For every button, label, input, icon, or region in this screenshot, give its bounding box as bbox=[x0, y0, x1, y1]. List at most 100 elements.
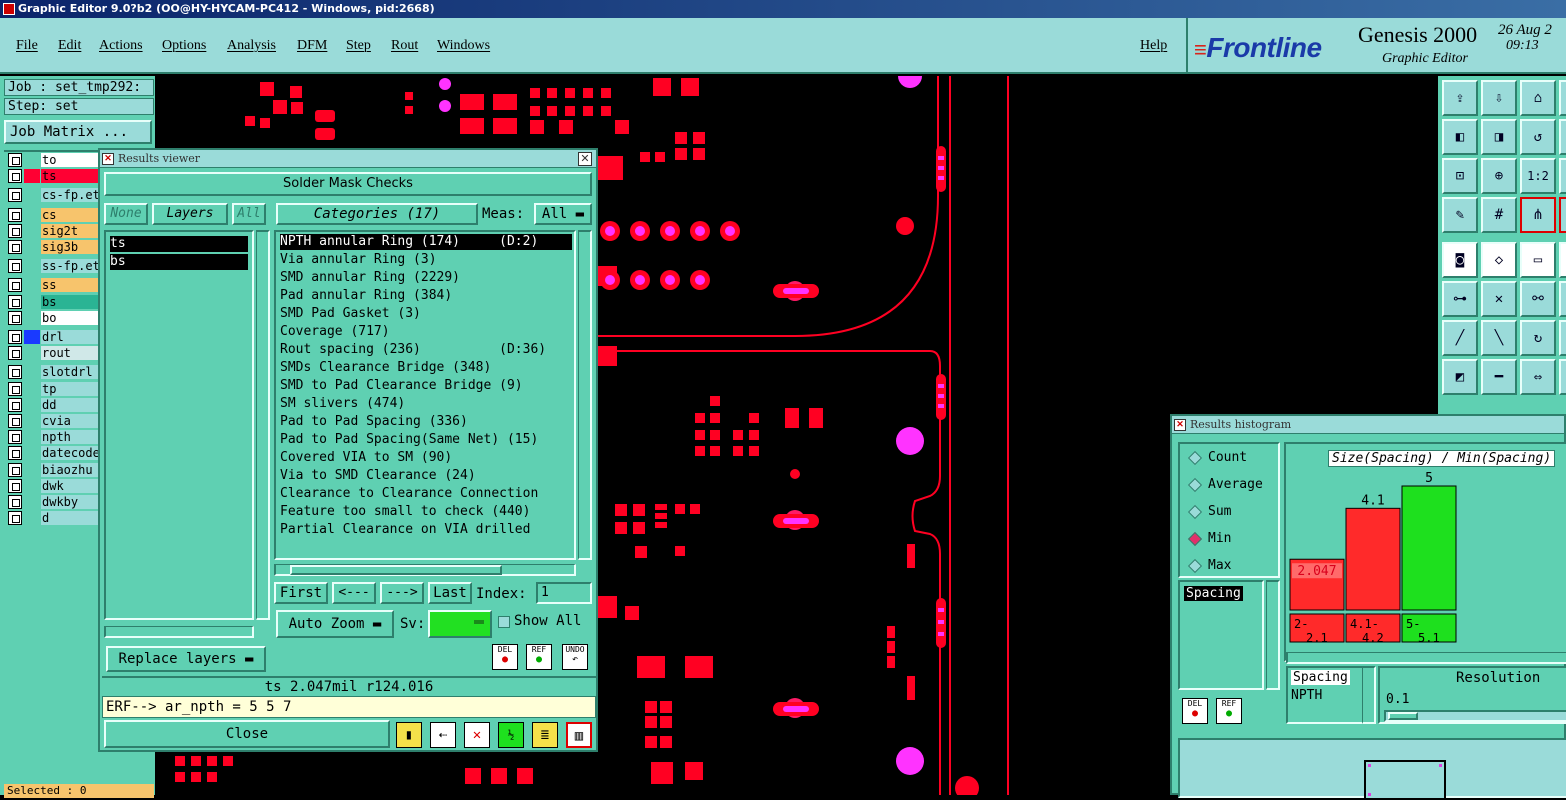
zoom-1to2-icon[interactable]: 1:2 bbox=[1520, 158, 1556, 194]
align-icon[interactable]: ⇔ bbox=[1520, 359, 1556, 395]
layer-color-swatch[interactable] bbox=[24, 310, 40, 325]
layer-color-swatch[interactable] bbox=[24, 259, 40, 274]
layer-checkbox[interactable] bbox=[8, 153, 22, 167]
layer-color-swatch[interactable] bbox=[24, 365, 40, 380]
layer-checkbox[interactable] bbox=[8, 188, 22, 203]
del-icon[interactable]: DEL ● bbox=[1182, 698, 1208, 724]
index-input[interactable]: 1 bbox=[536, 582, 592, 604]
radio-diamond-icon[interactable] bbox=[1187, 531, 1203, 546]
radio-diamond-icon[interactable] bbox=[1187, 558, 1203, 573]
resolution-slider[interactable] bbox=[1384, 710, 1566, 722]
line2-icon[interactable]: ╲ bbox=[1481, 320, 1517, 356]
layer-name[interactable]: to bbox=[41, 153, 101, 167]
layer-name[interactable]: sig2t bbox=[41, 223, 101, 238]
radio-diamond-icon[interactable] bbox=[1187, 450, 1203, 465]
menu-windows[interactable]: Windows bbox=[437, 38, 490, 54]
list-item[interactable]: SMD annular Ring (2229) bbox=[280, 270, 572, 286]
layer-checkbox[interactable] bbox=[8, 207, 22, 222]
layer-row-drl[interactable]: drl bbox=[8, 330, 101, 345]
layer-row-bo[interactable]: bo bbox=[8, 310, 101, 326]
undo-icon[interactable]: UNDO ↶ bbox=[562, 644, 588, 670]
layer-checkbox[interactable] bbox=[8, 511, 22, 526]
none-button[interactable]: None bbox=[104, 203, 148, 225]
list-item[interactable]: Pad annular Ring (384) bbox=[280, 288, 572, 304]
layer-row-ss-fp.et[interactable]: ss-fp.et bbox=[8, 259, 101, 274]
layer-checkbox[interactable] bbox=[8, 259, 22, 274]
next-button[interactable]: ---> bbox=[380, 582, 424, 604]
layer-color-swatch[interactable] bbox=[24, 462, 40, 477]
layer-color-swatch[interactable] bbox=[24, 294, 40, 309]
layer-name[interactable]: biaozhu bbox=[41, 462, 101, 477]
layer-name[interactable]: tp bbox=[41, 381, 101, 396]
list-item[interactable]: SMD Pad Gasket (3) bbox=[280, 306, 572, 322]
layer-row-dd[interactable]: dd bbox=[8, 397, 101, 413]
ref-icon[interactable]: REF ● bbox=[526, 644, 552, 670]
menu-dfm[interactable]: DFM bbox=[297, 38, 327, 54]
extra-tool4-icon[interactable]: ▧ bbox=[1559, 320, 1566, 356]
list-item[interactable]: Pad to Pad Spacing(Same Net) (15) bbox=[280, 432, 572, 448]
cross-icon[interactable]: ✕ bbox=[1481, 281, 1517, 317]
layer-checkbox[interactable] bbox=[8, 346, 22, 361]
zoom-back-icon[interactable]: ↺ bbox=[1520, 119, 1556, 155]
tool-import-icon[interactable]: ⇠ bbox=[430, 722, 456, 748]
mode-radio-sum[interactable]: Sum bbox=[1187, 502, 1231, 522]
meas-dropdown[interactable]: All ▬ bbox=[534, 203, 592, 225]
layer-row-biaozhu[interactable]: biaozhu bbox=[8, 462, 101, 478]
extra-tool-icon[interactable]: ▢ bbox=[1559, 197, 1566, 233]
layer-checkbox[interactable] bbox=[8, 381, 22, 396]
layer-checkbox[interactable] bbox=[8, 414, 22, 428]
layer-row-sig3b[interactable]: sig3b bbox=[8, 240, 101, 255]
layer-name[interactable]: cs-fp.et bbox=[41, 188, 101, 203]
last-button[interactable]: Last bbox=[428, 582, 472, 604]
home-down-icon[interactable]: ⇩ bbox=[1481, 80, 1517, 116]
job-matrix-button[interactable]: Job Matrix ... bbox=[4, 120, 152, 144]
slider-thumb[interactable] bbox=[1388, 712, 1418, 720]
menu-analysis[interactable]: Analysis bbox=[227, 38, 276, 54]
layer-name[interactable]: datecode bbox=[41, 446, 101, 461]
layer-color-swatch[interactable] bbox=[24, 330, 40, 344]
layer-row-to[interactable]: to bbox=[8, 153, 101, 168]
layer-checkbox[interactable] bbox=[8, 397, 22, 412]
del-icon[interactable]: DEL ● bbox=[492, 644, 518, 670]
layer-name[interactable]: npth bbox=[41, 430, 101, 445]
layer-checkbox[interactable] bbox=[8, 169, 22, 184]
ruler-icon[interactable]: ▭ bbox=[1520, 242, 1556, 278]
layer-color-swatch[interactable] bbox=[24, 346, 40, 361]
layer-name[interactable]: rout bbox=[41, 346, 101, 361]
list-item[interactable]: Rout spacing (236) (D:36) bbox=[280, 342, 572, 358]
menu-step[interactable]: Step bbox=[346, 38, 371, 54]
layer-checkbox[interactable] bbox=[8, 330, 22, 344]
tool-histogram-icon[interactable]: ▥ bbox=[566, 722, 592, 748]
layer-color-swatch[interactable] bbox=[24, 278, 40, 293]
list-item[interactable]: Covered VIA to SM (90) bbox=[280, 450, 572, 466]
home-up-icon[interactable]: ⇪ bbox=[1442, 80, 1478, 116]
menu-help[interactable]: Help bbox=[1140, 38, 1167, 54]
pan-left-icon[interactable]: ◧ bbox=[1442, 119, 1478, 155]
categories-vscroll[interactable] bbox=[578, 230, 592, 560]
line3-icon[interactable]: ━ bbox=[1481, 359, 1517, 395]
layer-color-swatch[interactable] bbox=[24, 188, 40, 203]
mode-radio-count[interactable]: Count bbox=[1187, 448, 1247, 468]
extra-tool3-icon[interactable]: ▦ bbox=[1559, 281, 1566, 317]
layer-row-cs[interactable]: cs bbox=[8, 207, 101, 223]
layer-name[interactable]: bo bbox=[41, 310, 101, 325]
list-item[interactable]: Coverage (717) bbox=[280, 324, 572, 340]
menu-options[interactable]: Options bbox=[162, 38, 206, 54]
layer-name[interactable]: dd bbox=[41, 397, 101, 412]
radio-diamond-icon[interactable] bbox=[1187, 477, 1203, 492]
layer-name[interactable]: drl bbox=[41, 330, 101, 344]
list-item[interactable]: bs bbox=[110, 254, 248, 270]
list-item[interactable]: Pad to Pad Spacing (336) bbox=[280, 414, 572, 430]
layer-color-swatch[interactable] bbox=[24, 446, 40, 461]
link-icon[interactable]: ⚯ bbox=[1520, 281, 1556, 317]
layer-name[interactable]: slotdrl bbox=[41, 365, 101, 380]
layer-color-swatch[interactable] bbox=[24, 414, 40, 428]
layer-row-dwkby[interactable]: dwkby bbox=[8, 495, 101, 510]
grid-icon[interactable]: # bbox=[1481, 197, 1517, 233]
layer-checkbox[interactable] bbox=[8, 223, 22, 238]
categories-button[interactable]: Categories (17) bbox=[276, 203, 478, 225]
layer-list-vscroll[interactable] bbox=[256, 230, 270, 620]
zoom-fit-icon[interactable]: ⊡ bbox=[1442, 158, 1478, 194]
list-item[interactable]: Clearance to Clearance Connection bbox=[280, 486, 572, 502]
layer-checkbox[interactable] bbox=[8, 294, 22, 309]
